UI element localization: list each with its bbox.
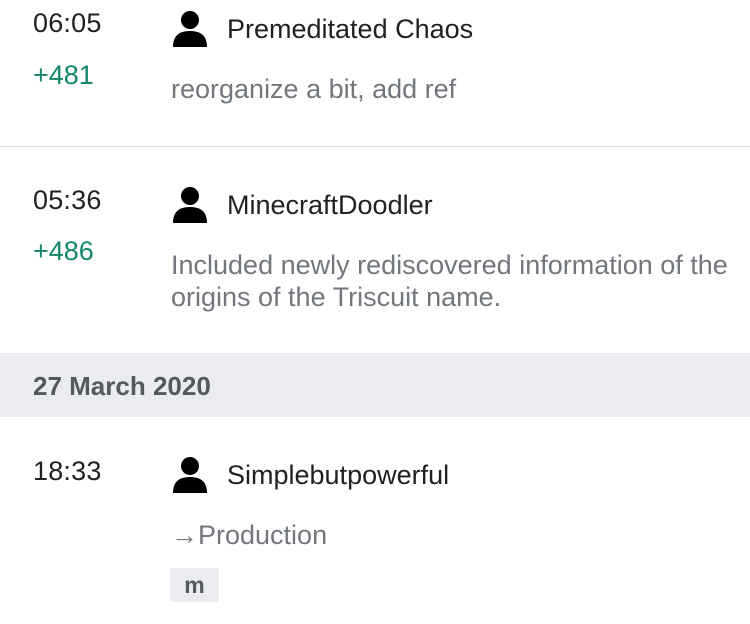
revision-user[interactable]: MinecraftDoodler: [172, 187, 433, 223]
revision-user[interactable]: Simplebutpowerful: [172, 457, 449, 493]
user-name[interactable]: MinecraftDoodler: [227, 190, 433, 221]
minor-edit-badge: m: [170, 568, 219, 602]
user-name[interactable]: Premeditated Chaos: [227, 14, 473, 45]
user-icon: [173, 187, 207, 223]
date-header-label: 27 March 2020: [33, 371, 211, 401]
revision-history: 06:05 +481 Premeditated Chaos reorganize…: [0, 0, 750, 624]
edit-summary: →Production: [171, 520, 328, 550]
revision-diff-size: +486: [33, 236, 94, 266]
edit-summary: Included newly rediscovered information …: [171, 250, 728, 312]
revision-row[interactable]: 06:05 +481 Premeditated Chaos reorganize…: [0, 0, 750, 147]
revision-time[interactable]: 05:36: [33, 185, 102, 216]
revision-time[interactable]: 18:33: [33, 456, 102, 487]
revision-diff-size: +481: [33, 60, 94, 90]
revision-time[interactable]: 06:05: [33, 8, 102, 39]
user-name[interactable]: Simplebutpowerful: [227, 460, 449, 491]
revision-row[interactable]: 18:33 Simplebutpowerful →Production m: [0, 417, 750, 624]
revision-row[interactable]: 05:36 +486 MinecraftDoodler Included new…: [0, 147, 750, 353]
user-icon: [173, 457, 207, 493]
user-icon: [173, 11, 207, 47]
revision-user[interactable]: Premeditated Chaos: [172, 11, 473, 47]
date-header: 27 March 2020: [0, 353, 750, 417]
edit-summary: reorganize a bit, add ref: [171, 74, 457, 104]
